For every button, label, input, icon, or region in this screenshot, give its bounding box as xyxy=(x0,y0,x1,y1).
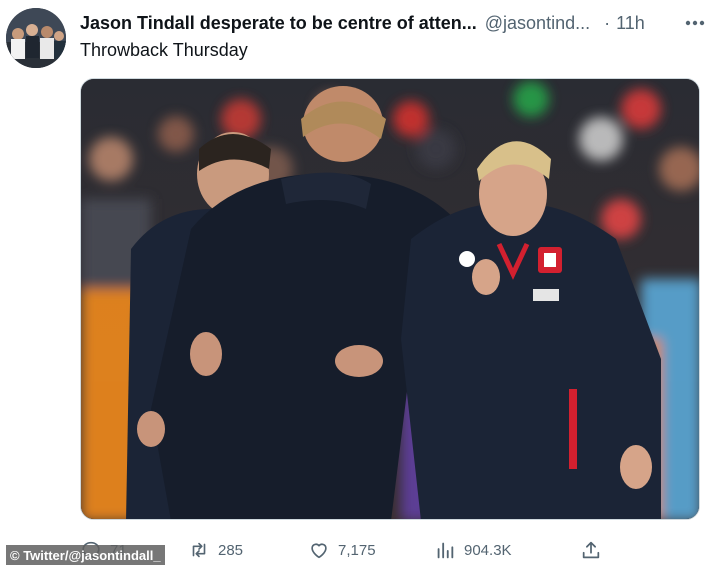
more-options-button[interactable] xyxy=(682,12,708,34)
like-button[interactable]: 7,175 xyxy=(308,537,376,563)
views-icon xyxy=(437,542,454,559)
tweet-photo[interactable] xyxy=(80,78,700,520)
view-count: 904.3K xyxy=(464,541,512,559)
tweet-text: Throwback Thursday xyxy=(80,40,248,60)
user-handle[interactable]: @jasontind... xyxy=(485,13,590,34)
copyright-watermark: © Twitter/@jasontindall_ xyxy=(6,545,165,565)
retweet-button[interactable]: 285 xyxy=(188,537,243,563)
share-icon xyxy=(582,541,600,559)
share-button[interactable] xyxy=(580,537,602,563)
avatar[interactable] xyxy=(6,8,66,68)
avatar-image xyxy=(6,8,66,68)
like-count: 7,175 xyxy=(338,541,376,559)
photo-content xyxy=(81,79,699,519)
tweet-header: Jason Tindall desperate to be centre of … xyxy=(80,10,710,36)
more-horizontal-icon xyxy=(685,20,705,26)
like-icon xyxy=(311,543,327,559)
separator-dot: · xyxy=(604,12,611,33)
retweet-count: 285 xyxy=(218,541,244,559)
views-button[interactable]: 904.3K xyxy=(434,537,512,563)
retweet-icon xyxy=(192,542,206,558)
tweet-timestamp[interactable]: 11h xyxy=(616,13,645,34)
display-name[interactable]: Jason Tindall desperate to be centre of … xyxy=(80,13,477,34)
